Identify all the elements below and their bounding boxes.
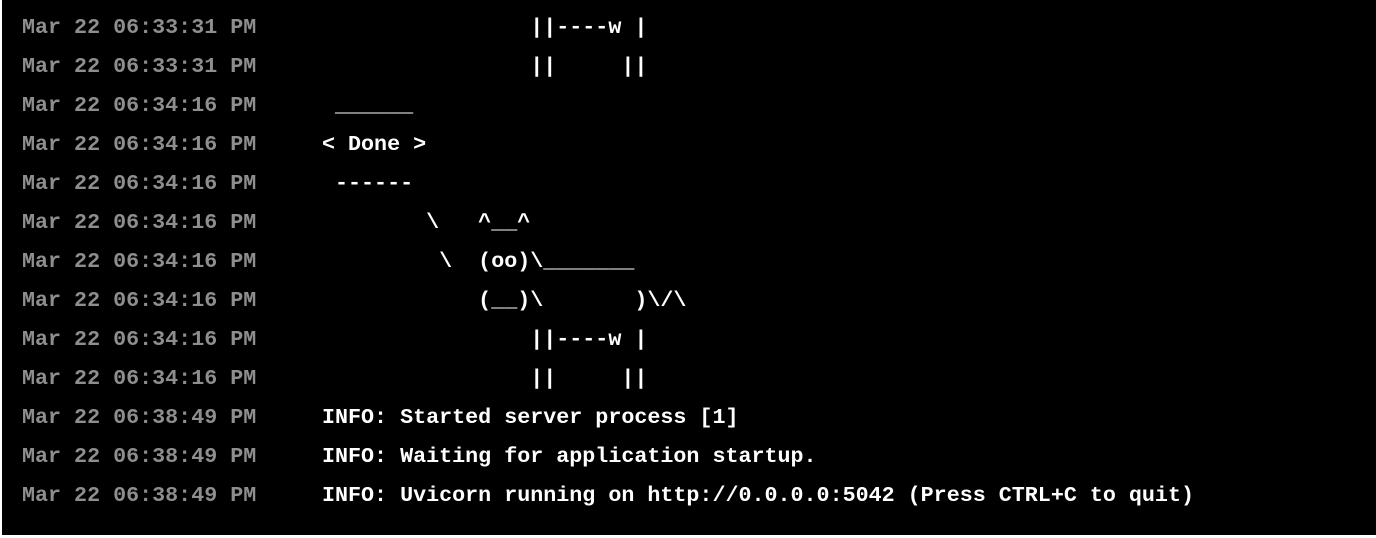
log-message: < Done > [322,132,427,157]
log-line: Mar 22 06:33:31 PM || || [22,47,1194,86]
log-line: Mar 22 06:34:16 PM < Done > [22,125,1194,164]
log-timestamp: Mar 22 06:38:49 PM [22,444,257,469]
log-timestamp: Mar 22 06:34:16 PM [22,249,257,274]
log-lines: Mar 22 06:33:31 PM ||----w | Mar 22 06:3… [22,8,1194,515]
log-message: \ ^__^ [322,210,531,235]
log-message: || || [322,54,648,79]
log-timestamp: Mar 22 06:34:16 PM [22,288,257,313]
log-line: Mar 22 06:38:49 PM INFO: Started server p… [22,398,1194,437]
log-line: Mar 22 06:34:16 PM \ (oo)\_______ [22,242,1194,281]
log-line: Mar 22 06:34:16 PM ------ [22,164,1194,203]
log-message: || || [322,366,648,391]
terminal-log-panel[interactable]: Mar 22 06:33:31 PM ||----w | Mar 22 06:3… [2,0,1376,535]
log-timestamp: Mar 22 06:34:16 PM [22,93,257,118]
log-line: Mar 22 06:34:16 PM ______ [22,86,1194,125]
log-message: ||----w | [322,15,648,40]
log-timestamp: Mar 22 06:34:16 PM [22,366,257,391]
log-line: Mar 22 06:34:16 PM \ ^__^ [22,203,1194,242]
log-message: \ (oo)\_______ [322,249,635,274]
log-timestamp: Mar 22 06:33:31 PM [22,15,257,40]
log-line: Mar 22 06:33:31 PM ||----w | [22,8,1194,47]
log-timestamp: Mar 22 06:38:49 PM [22,483,257,508]
log-line: Mar 22 06:38:49 PM INFO: Uvicorn running … [22,476,1194,515]
log-timestamp: Mar 22 06:38:49 PM [22,405,257,430]
log-message: INFO: Waiting for application startup. [322,444,817,469]
log-timestamp: Mar 22 06:33:31 PM [22,54,257,79]
log-line: Mar 22 06:34:16 PM ||----w | [22,320,1194,359]
log-message: (__)\ )\/\ [322,288,687,313]
log-line: Mar 22 06:34:16 PM || || [22,359,1194,398]
log-message: ||----w | [322,327,648,352]
log-timestamp: Mar 22 06:34:16 PM [22,171,257,196]
log-timestamp: Mar 22 06:34:16 PM [22,210,257,235]
log-message: ______ [322,93,414,118]
log-timestamp: Mar 22 06:34:16 PM [22,132,257,157]
log-line: Mar 22 06:34:16 PM (__)\ )\/\ [22,281,1194,320]
log-timestamp: Mar 22 06:34:16 PM [22,327,257,352]
log-message: INFO: Started server process [1] [322,405,739,430]
log-line: Mar 22 06:38:49 PM INFO: Waiting for appl… [22,437,1194,476]
log-message: ------ [322,171,414,196]
log-message: INFO: Uvicorn running on http://0.0.0.0:… [322,483,1194,508]
